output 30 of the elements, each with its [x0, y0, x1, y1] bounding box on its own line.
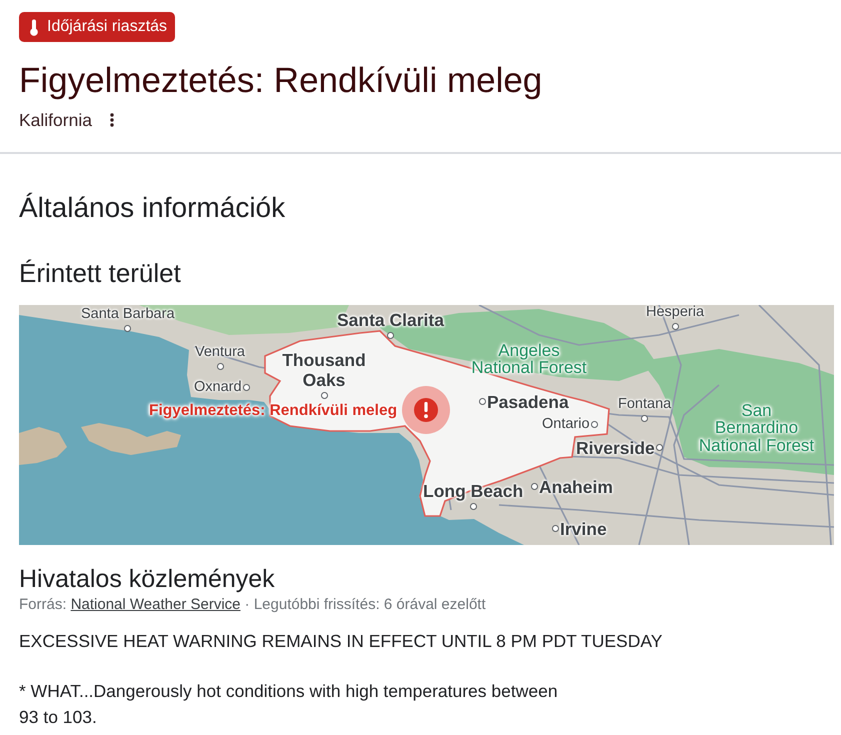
section-heading: Hivatalos közlemények [19, 564, 276, 594]
statement-text: EXCESSIVE HEAT WARNING REMAINS IN EFFECT UNTIL 8 PM PDT TUESDAY [19, 630, 664, 652]
place-label: Santa Clarita [337, 310, 444, 330]
alert-title: Figyelmeztetés: Rendkívüli meleg [19, 60, 544, 102]
source-line: Forrás: National Weather Service · Legutóbbi frissítés: 6 órával ezelőtt [19, 594, 487, 614]
source-link[interactable]: National Weather Service [70, 596, 240, 612]
forest-label: Angeles National Forest [470, 342, 588, 376]
alert-area-label: Figyelmeztetés: Rendkívüli meleg [149, 402, 398, 420]
place-label: Ventura [195, 344, 245, 360]
alert-marker-icon[interactable] [401, 384, 451, 434]
alert-type-text: Időjárási riasztás [47, 17, 168, 37]
region-name: Kalifornia [19, 108, 92, 132]
place-label: Pasadena [487, 392, 569, 412]
vertical-dots-icon [110, 112, 114, 126]
statement-text: * WHAT...Dangerously hot conditions with high temperatures between 93 to 103. [19, 680, 559, 728]
place-label: Ontario [542, 416, 590, 432]
place-label: Anaheim [539, 476, 613, 496]
place-label: Hesperia [646, 304, 704, 320]
place-label: Riverside [576, 438, 655, 458]
place-label: Thousand Oaks [281, 350, 367, 390]
island [19, 426, 67, 464]
place-label: Fontana [618, 396, 672, 412]
place-label: Irvine [560, 518, 607, 538]
section-heading: Általános információk [19, 190, 286, 224]
thermometer-icon [29, 18, 39, 36]
place-label: Long Beach [423, 480, 524, 500]
place-label: Oxnard [194, 378, 242, 396]
section-heading: Érintett terület [19, 256, 182, 288]
forest-label: San Bernardino National Forest [698, 402, 815, 454]
place-label: Santa Barbara [81, 306, 175, 322]
